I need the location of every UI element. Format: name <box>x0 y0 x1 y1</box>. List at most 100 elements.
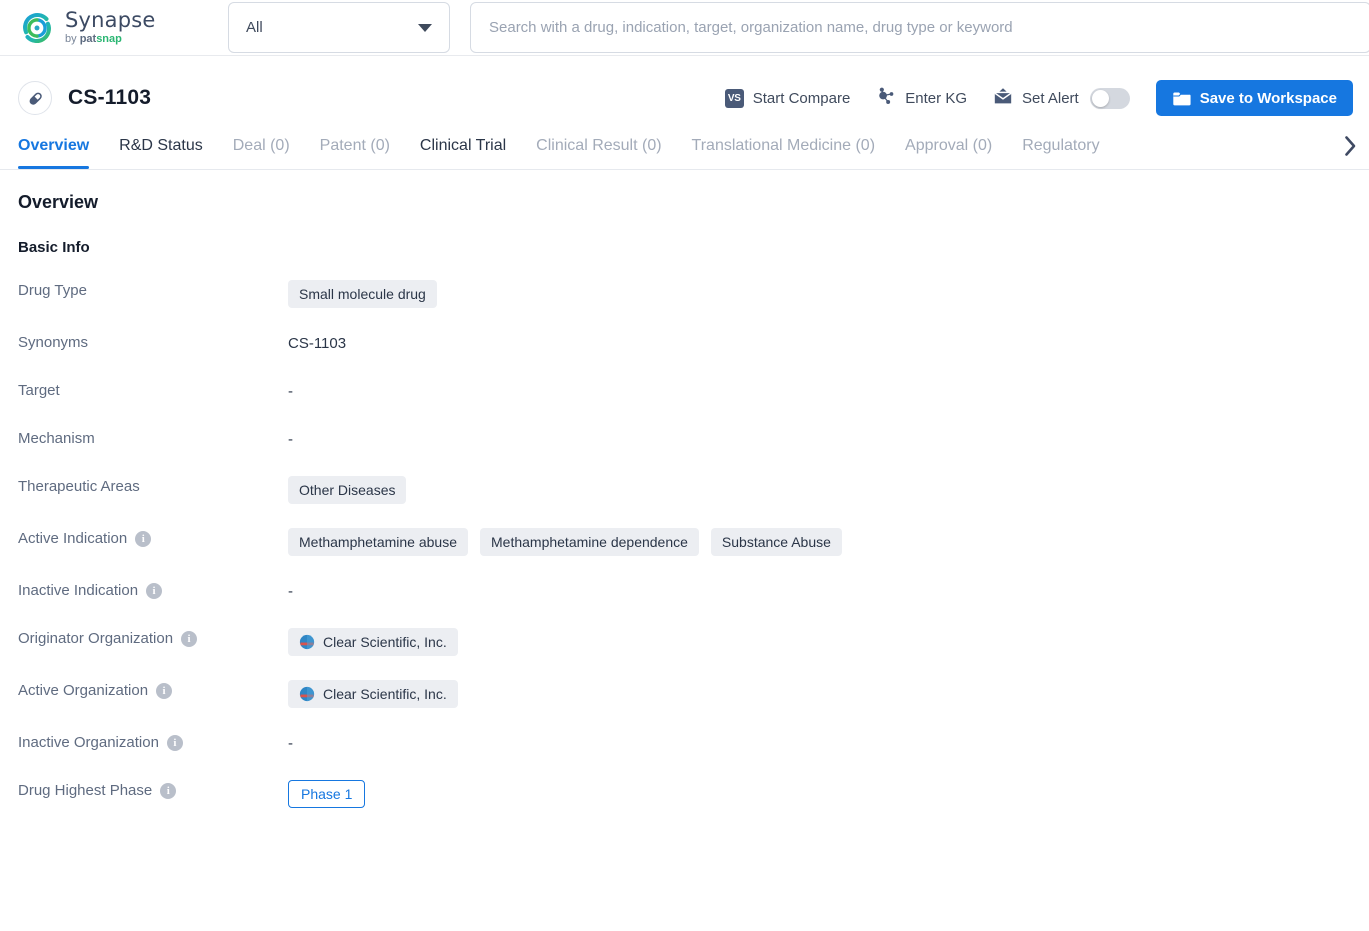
row-value: Clear Scientific, Inc. <box>288 678 458 708</box>
row-label-text: Drug Type <box>18 282 87 299</box>
brand-pat: pat <box>79 33 97 45</box>
brand-tagline: by patsnap <box>65 34 156 45</box>
drug-phase-badge[interactable]: Phase 1 <box>288 780 366 808</box>
tab-translational-medicine-0[interactable]: Translational Medicine (0) <box>692 124 875 169</box>
tab-patent-0[interactable]: Patent (0) <box>320 124 390 169</box>
overview-content: Overview Basic Info Drug Type Small molec… <box>0 170 1369 808</box>
row-label-text: Therapeutic Areas <box>18 478 140 495</box>
tab-clinical-trial[interactable]: Clinical Trial <box>420 124 506 169</box>
row-label-text: Active Organization <box>18 682 149 699</box>
tab-bar: Overview R&D Status Deal (0) Patent (0) Clin… <box>0 124 1369 170</box>
row-value: Clear Scientific, Inc. <box>288 626 458 656</box>
organization-tag[interactable]: Clear Scientific, Inc. <box>288 628 458 656</box>
set-alert-label: Set Alert <box>1022 89 1079 107</box>
page-title: CS-1103 <box>68 86 152 109</box>
vs-icon: VS <box>724 88 744 108</box>
row-value: - <box>288 730 293 756</box>
row-value: - <box>288 578 293 604</box>
info-row: Active Indication i Methamphetamine abuse M… <box>18 526 1351 556</box>
info-icon[interactable]: i <box>166 734 183 751</box>
row-label-text: Mechanism <box>18 430 95 447</box>
set-alert-toggle[interactable] <box>1089 87 1130 109</box>
value-tag[interactable]: Methamphetamine dependence <box>480 528 699 556</box>
basic-info-rows: Drug Type Small molecule drug Synonyms CS-1… <box>18 278 1351 808</box>
search-scope-select[interactable]: All <box>228 2 450 53</box>
row-label-text: Drug Highest Phase <box>18 782 153 799</box>
row-value: - <box>288 378 293 404</box>
enter-kg-button[interactable]: Enter KG <box>876 86 967 111</box>
top-search-bar: Synapse by patsnap All <box>0 0 1369 56</box>
chevron-right-icon <box>1344 136 1355 156</box>
search-scope-value: All <box>246 19 263 36</box>
tab-regulatory[interactable]: Regulatory <box>1022 124 1099 169</box>
brand-snap: snap <box>96 33 122 45</box>
row-label-text: Originator Organization <box>18 630 174 647</box>
row-label: Therapeutic Areas <box>18 474 288 495</box>
row-label: Active Organization i <box>18 678 288 699</box>
start-compare-button[interactable]: VS Start Compare <box>724 88 850 108</box>
capsule-icon <box>18 81 52 115</box>
organization-tag[interactable]: Clear Scientific, Inc. <box>288 680 458 708</box>
value-tag[interactable]: Other Diseases <box>288 476 407 504</box>
basic-info-heading: Basic Info <box>18 239 90 256</box>
empty-value: - <box>288 431 293 448</box>
organization-avatar-icon <box>299 686 315 702</box>
brand-logo-area[interactable]: Synapse by patsnap <box>18 9 208 47</box>
info-row: Therapeutic Areas Other Diseases <box>18 474 1351 504</box>
info-row: Active Organization i Clear Scientific, In… <box>18 678 1351 708</box>
chevron-down-icon <box>418 23 432 32</box>
row-value: Methamphetamine abuse Methamphetamine dep… <box>288 526 842 556</box>
tab-overview[interactable]: Overview <box>18 124 90 169</box>
row-label: Active Indication i <box>18 526 288 547</box>
knowledge-graph-icon <box>876 86 896 111</box>
value-tag[interactable]: Substance Abuse <box>710 528 842 556</box>
info-icon[interactable]: i <box>181 630 198 647</box>
row-label-text: Inactive Organization <box>18 734 159 751</box>
row-value: CS-1103 <box>288 330 346 356</box>
row-label-text: Inactive Indication <box>18 582 139 599</box>
info-icon[interactable]: i <box>160 782 177 799</box>
save-to-workspace-button[interactable]: Save to Workspace <box>1155 80 1353 116</box>
info-icon[interactable]: i <box>135 530 152 547</box>
info-row: Inactive Organization i - <box>18 730 1351 756</box>
info-row: Synonyms CS-1103 <box>18 330 1351 356</box>
empty-value: - <box>288 383 293 400</box>
row-label-text: Synonyms <box>18 334 89 351</box>
alert-envelope-icon <box>993 87 1013 110</box>
save-to-workspace-label: Save to Workspace <box>1199 89 1337 107</box>
info-row: Originator Organization i Clear Scientific… <box>18 626 1351 656</box>
tab-clinical-result-0[interactable]: Clinical Result (0) <box>536 124 661 169</box>
search-input[interactable] <box>487 3 1354 52</box>
synapse-swirl-logo-icon <box>18 9 56 47</box>
tab-deal-0[interactable]: Deal (0) <box>233 124 290 169</box>
brand-by: by <box>65 33 77 45</box>
organization-name: Clear Scientific, Inc. <box>323 634 447 650</box>
row-value: - <box>288 426 293 452</box>
info-row: Inactive Indication i - <box>18 578 1351 604</box>
tab-approval-0[interactable]: Approval (0) <box>905 124 992 169</box>
info-row: Target - <box>18 378 1351 404</box>
drug-header: CS-1103 VS Start Compare Enter KG Set Al… <box>0 72 1369 124</box>
info-row: Mechanism - <box>18 426 1351 452</box>
folder-icon <box>1172 90 1191 107</box>
row-label-text: Target <box>18 382 60 399</box>
organization-name: Clear Scientific, Inc. <box>323 686 447 702</box>
info-icon[interactable]: i <box>146 582 163 599</box>
value-tag[interactable]: Small molecule drug <box>288 280 437 308</box>
organization-avatar-icon <box>299 634 315 650</box>
row-label: Drug Type <box>18 278 288 299</box>
toggle-knob <box>1091 89 1109 107</box>
set-alert-control[interactable]: Set Alert <box>993 87 1130 110</box>
overview-heading: Overview <box>18 192 99 212</box>
search-field-wrapper[interactable] <box>470 2 1369 53</box>
empty-value: - <box>288 735 293 752</box>
tabs-scroll-next-button[interactable] <box>1335 124 1365 168</box>
enter-kg-label: Enter KG <box>905 89 967 107</box>
value-tag[interactable]: Methamphetamine abuse <box>288 528 468 556</box>
row-label: Synonyms <box>18 330 288 351</box>
info-icon[interactable]: i <box>156 682 173 699</box>
tab-r-d-status[interactable]: R&D Status <box>119 124 203 169</box>
empty-value: - <box>288 583 293 600</box>
info-row: Drug Type Small molecule drug <box>18 278 1351 308</box>
row-label: Target <box>18 378 288 399</box>
